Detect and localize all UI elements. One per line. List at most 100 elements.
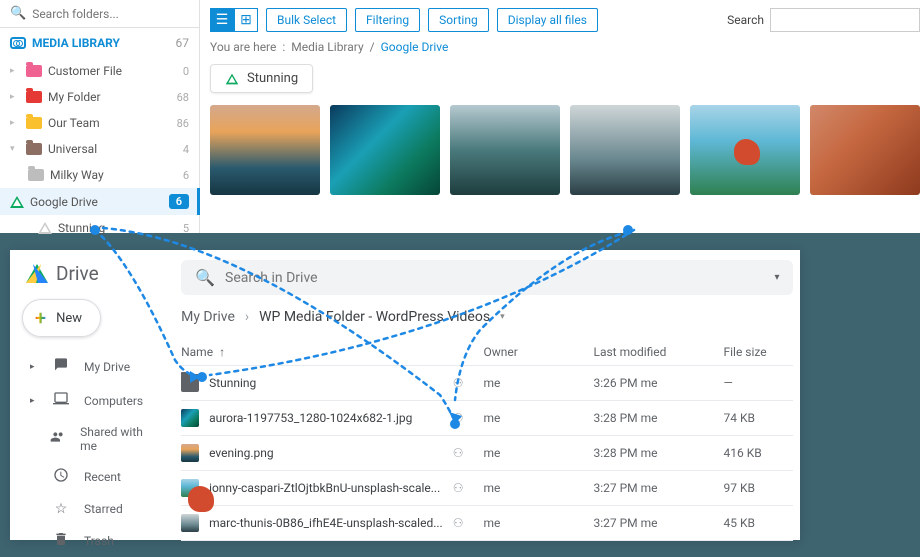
bulk-select-button[interactable]: Bulk Select — [266, 8, 347, 32]
breadcrumb: You are here : Media Library / Google Dr… — [210, 40, 920, 54]
owner-cell: me — [483, 376, 593, 390]
nav-label: Starred — [84, 502, 123, 516]
search-options-icon[interactable]: ▾ — [774, 272, 779, 283]
filtering-button[interactable]: Filtering — [355, 8, 420, 32]
search-icon: 🔍 — [195, 268, 215, 287]
main-content: ☰ ⊞ Bulk Select Filtering Sorting Displa… — [200, 0, 920, 233]
sidebar-item-label: Customer File — [48, 64, 122, 78]
view-toggle: ☰ ⊞ — [210, 8, 258, 32]
google-drive-icon — [10, 196, 24, 208]
table-row[interactable]: evening.png⚇me3:28 PM me416 KB — [181, 436, 793, 471]
drive-logo: Drive — [22, 262, 151, 285]
modified-cell: 3:27 PM me — [593, 481, 723, 495]
file-name: Stunning — [209, 376, 453, 390]
nav-trash[interactable]: Trash — [22, 525, 151, 557]
sidebar-item-universal[interactable]: ▾ Universal 4 — [0, 136, 199, 162]
sidebar-item-milky-way[interactable]: Milky Way 6 — [0, 162, 199, 188]
table-header: Name ↑ Owner Last modified File size — [181, 339, 793, 366]
chevron-down-icon: ▾ — [10, 144, 20, 154]
owner-cell: me — [483, 481, 593, 495]
folder-search-input[interactable] — [32, 7, 188, 21]
breadcrumb-current[interactable]: Google Drive — [381, 40, 449, 54]
table-row[interactable]: marc-thunis-0B86_ifhE4E-unsplash-scaled.… — [181, 506, 793, 541]
col-name[interactable]: Name ↑ — [181, 345, 483, 359]
grid-view-button[interactable]: ⊞ — [234, 8, 258, 32]
sidebar-item-google-drive[interactable]: Google Drive 6 — [0, 188, 199, 215]
image-thumbnail — [181, 409, 199, 427]
crumb-current[interactable]: WP Media Folder - WordPress Videos — [259, 309, 490, 325]
nav-computers[interactable]: ▸ Computers — [22, 385, 151, 417]
drive-search-input[interactable] — [225, 270, 764, 286]
sidebar-search: 🔍 — [0, 0, 199, 28]
main-search-input[interactable] — [770, 8, 920, 32]
list-view-button[interactable]: ☰ — [210, 8, 234, 32]
computer-icon — [52, 391, 70, 411]
nav-label: Computers — [84, 394, 143, 408]
nav-label: Recent — [84, 470, 121, 484]
sorting-button[interactable]: Sorting — [428, 8, 489, 32]
clock-icon — [52, 467, 70, 487]
breadcrumb-prefix: You are here — [210, 40, 276, 54]
sidebar-item-label: Milky Way — [50, 168, 104, 182]
display-all-button[interactable]: Display all files — [497, 8, 598, 32]
library-title: MEDIA LIBRARY — [32, 36, 120, 50]
library-count: 67 — [176, 36, 190, 50]
image-thumbnail[interactable] — [570, 105, 680, 195]
image-thumbnail[interactable] — [810, 105, 920, 195]
image-thumbnail[interactable] — [330, 105, 440, 195]
chevron-right-icon: ▸ — [10, 118, 20, 128]
nav-label: Shared with me — [80, 425, 143, 453]
chevron-right-icon: ▸ — [30, 396, 38, 406]
nav-starred[interactable]: ☆ Starred — [22, 495, 151, 523]
image-thumbnail[interactable] — [450, 105, 560, 195]
file-name: marc-thunis-0B86_ifhE4E-unsplash-scaled.… — [209, 516, 453, 530]
modified-cell: 3:26 PM me — [593, 376, 723, 390]
size-cell: 416 KB — [723, 446, 793, 460]
table-row[interactable]: Stunning⚇ me3:26 PM me— — [181, 366, 793, 401]
crumb-root[interactable]: My Drive — [181, 309, 235, 325]
drive-sidebar: Drive + New ▸ My Drive ▸ Computers Share… — [10, 250, 163, 540]
owner-cell: me — [483, 516, 593, 530]
library-icon — [10, 37, 26, 49]
folder-sidebar: 🔍 MEDIA LIBRARY 67 ▸ Customer File 0 ▸ M… — [0, 0, 200, 233]
item-count: 0 — [183, 65, 189, 78]
table-row[interactable]: jonny-caspari-ZtlOjtbkBnU-unsplash-scale… — [181, 471, 793, 506]
image-thumbnail — [181, 514, 199, 532]
drive-nav: ▸ My Drive ▸ Computers Shared with me Re… — [22, 351, 151, 557]
annotation-dot — [623, 225, 633, 235]
media-library-header[interactable]: MEDIA LIBRARY 67 — [0, 28, 199, 58]
plus-icon: + — [35, 308, 46, 328]
file-name: aurora-1197753_1280-1024x682-1.jpg — [209, 411, 453, 425]
image-thumbnail[interactable] — [690, 105, 800, 195]
sidebar-item-customer-file[interactable]: ▸ Customer File 0 — [0, 58, 199, 84]
owner-cell: me — [483, 446, 593, 460]
thumbnail-grid — [210, 105, 920, 195]
breadcrumb-root[interactable]: Media Library — [291, 40, 363, 54]
item-count: 5 — [183, 222, 189, 235]
shared-icon: ⚇ — [453, 376, 464, 390]
shared-icon: ⚇ — [453, 516, 464, 530]
size-cell: — — [723, 376, 793, 390]
new-button-label: New — [56, 311, 82, 326]
col-modified[interactable]: Last modified — [593, 345, 723, 359]
dropdown-icon[interactable]: ▾ — [500, 312, 505, 322]
toolbar: ☰ ⊞ Bulk Select Filtering Sorting Displa… — [210, 8, 920, 32]
people-icon — [50, 429, 66, 449]
col-owner[interactable]: Owner — [483, 345, 593, 359]
sidebar-item-label: Google Drive — [30, 195, 98, 209]
new-button[interactable]: + New — [22, 299, 101, 337]
folder-chip-stunning[interactable]: Stunning — [210, 64, 313, 93]
item-count: 6 — [183, 169, 189, 182]
nav-shared[interactable]: Shared with me — [22, 419, 151, 459]
nav-recent[interactable]: Recent — [22, 461, 151, 493]
trash-icon — [52, 531, 70, 551]
col-size[interactable]: File size — [723, 345, 793, 359]
table-row[interactable]: aurora-1197753_1280-1024x682-1.jpg⚇me3:2… — [181, 401, 793, 436]
image-thumbnail[interactable] — [210, 105, 320, 195]
nav-my-drive[interactable]: ▸ My Drive — [22, 351, 151, 383]
sidebar-item-my-folder[interactable]: ▸ My Folder 68 — [0, 84, 199, 110]
item-count: 86 — [177, 117, 189, 130]
sidebar-item-label: My Folder — [48, 90, 101, 104]
annotation-dot — [90, 225, 100, 235]
sidebar-item-our-team[interactable]: ▸ Our Team 86 — [0, 110, 199, 136]
